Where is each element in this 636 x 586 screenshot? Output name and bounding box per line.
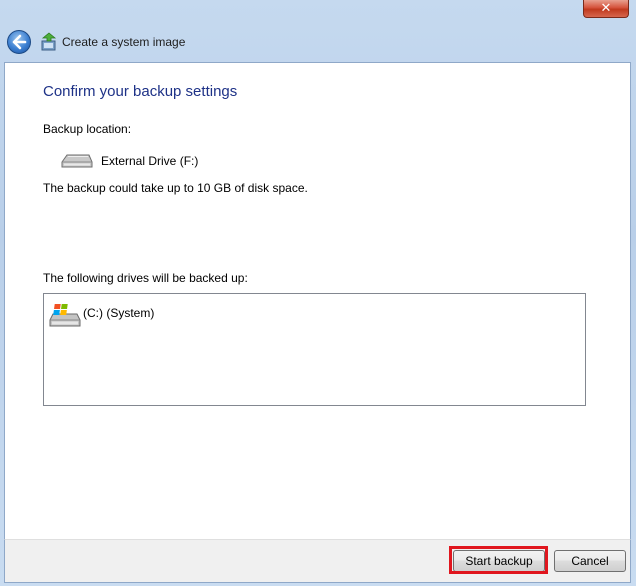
window-title: Create a system image xyxy=(62,35,186,49)
cancel-button[interactable]: Cancel xyxy=(554,550,626,572)
wizard-content: Confirm your backup settings Backup loca… xyxy=(4,62,631,540)
disk-space-note: The backup could take up to 10 GB of dis… xyxy=(43,181,308,195)
external-drive-icon xyxy=(61,154,93,168)
backup-location-label: Backup location: xyxy=(43,122,132,136)
backup-app-icon xyxy=(41,32,57,51)
drive-item-label: (C:) (System) xyxy=(83,306,155,320)
windows-drive-icon xyxy=(49,304,81,327)
drives-list[interactable]: (C:) (System) xyxy=(43,293,586,406)
title-bar: ✕ Create a system image xyxy=(0,0,636,62)
button-bar: Start backup Cancel xyxy=(4,539,631,583)
drives-list-label: The following drives will be backed up: xyxy=(43,271,248,285)
page-heading: Confirm your backup settings xyxy=(43,83,238,100)
back-button[interactable] xyxy=(7,30,31,54)
close-button[interactable]: ✕ xyxy=(583,0,629,18)
backup-location-value: External Drive (F:) xyxy=(101,154,199,168)
back-arrow-icon xyxy=(12,34,27,50)
highlight-annotation xyxy=(449,546,548,574)
